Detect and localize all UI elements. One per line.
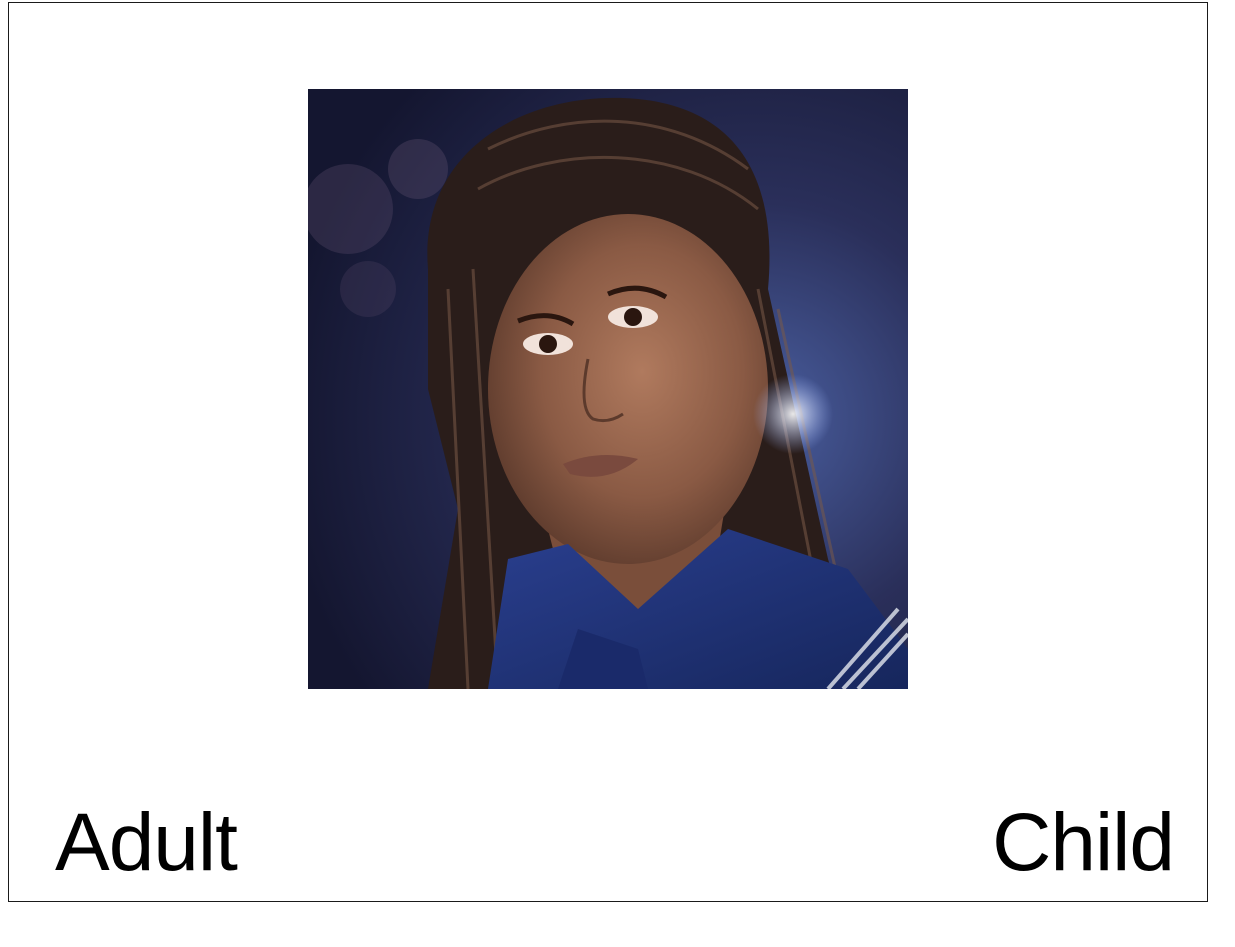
portrait-image [308,89,908,689]
option-child-label: Child [992,797,1175,888]
option-adult-label: Adult [55,797,238,888]
